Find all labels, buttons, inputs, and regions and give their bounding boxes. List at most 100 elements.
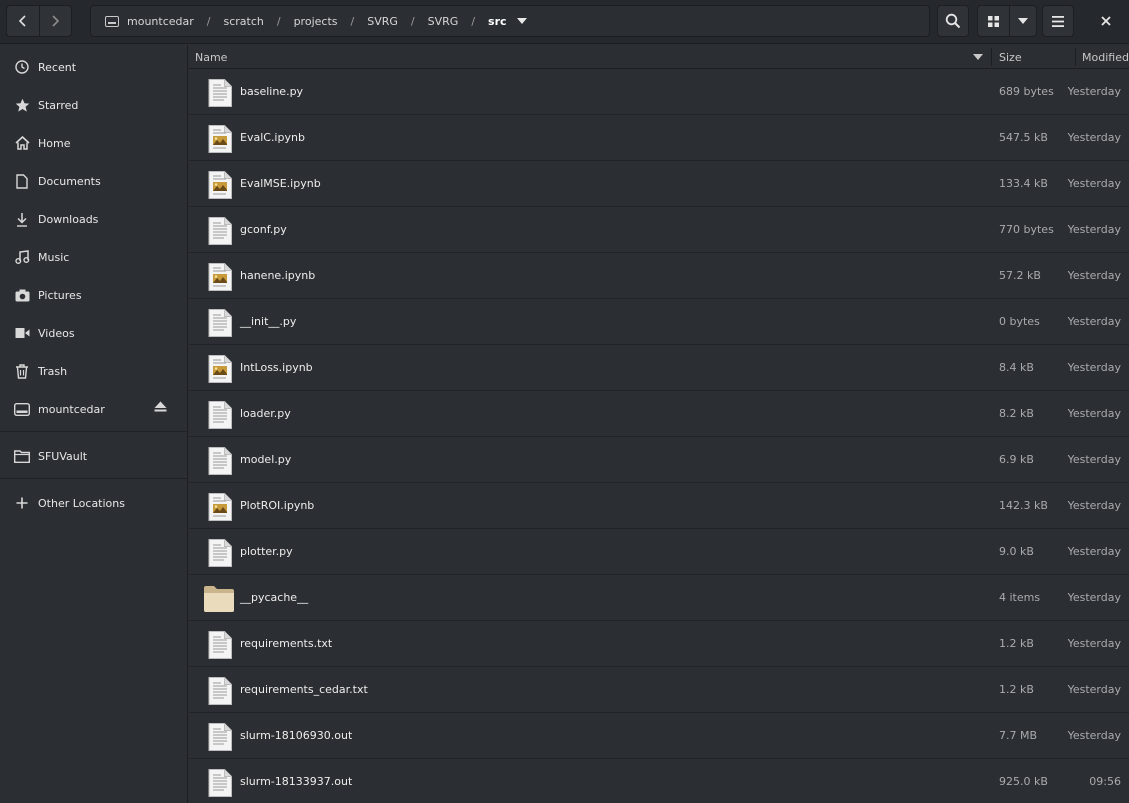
file-row[interactable]: IntLoss.ipynb 8.4 kB Yesterday — [189, 345, 1129, 391]
chevron-left-icon — [18, 15, 26, 27]
file-row[interactable]: __init__.py 0 bytes Yesterday — [189, 299, 1129, 345]
column-header-size[interactable]: Size — [999, 45, 1079, 69]
sidebar-item-home[interactable]: Home — [0, 129, 187, 157]
text-file-icon — [208, 677, 232, 708]
file-row[interactable]: requirements_cedar.txt 1.2 kB Yesterday — [189, 667, 1129, 713]
column-divider — [991, 48, 992, 66]
file-modified: Yesterday — [1067, 177, 1121, 190]
sidebar-item-mountcedar[interactable]: mountcedar — [0, 395, 187, 423]
file-size: 547.5 kB — [999, 131, 1048, 144]
file-modified: 09:56 — [1089, 775, 1121, 788]
file-row[interactable]: hanene.ipynb 57.2 kB Yesterday — [189, 253, 1129, 299]
drive-icon — [14, 401, 30, 417]
file-row[interactable]: model.py 6.9 kB Yesterday — [189, 437, 1129, 483]
clock-icon — [14, 59, 30, 75]
file-name: model.py — [240, 453, 292, 466]
grid-view-button[interactable] — [978, 6, 1009, 36]
sidebar-item-pictures[interactable]: Pictures — [0, 281, 187, 309]
sidebar-item-other-locations[interactable]: Other Locations — [0, 489, 187, 517]
file-modified: Yesterday — [1067, 315, 1121, 328]
file-row[interactable]: EvalMSE.ipynb 133.4 kB Yesterday — [189, 161, 1129, 207]
chevron-right-icon — [52, 15, 60, 27]
header-bar: mountcedar / scratch / projects / SVRG /… — [0, 0, 1129, 44]
hamburger-icon — [1052, 15, 1064, 27]
file-size: 133.4 kB — [999, 177, 1048, 190]
text-file-icon — [208, 769, 232, 800]
sidebar-item-sfuvault[interactable]: SFUVault — [0, 442, 187, 470]
sidebar-item-label: Other Locations — [38, 496, 125, 510]
file-row[interactable]: baseline.py 689 bytes Yesterday — [189, 69, 1129, 115]
drive-icon — [105, 15, 119, 27]
breadcrumb-separator: / — [206, 14, 211, 28]
file-name: EvalMSE.ipynb — [240, 177, 321, 190]
caret-down-icon — [1018, 18, 1028, 24]
file-row[interactable]: slurm-18133937.out 925.0 kB 09:56 — [189, 759, 1129, 803]
file-row[interactable]: slurm-18106930.out 7.7 MB Yesterday — [189, 713, 1129, 759]
sidebar-item-downloads[interactable]: Downloads — [0, 205, 187, 233]
breadcrumb-separator: / — [276, 14, 281, 28]
eject-icon[interactable] — [154, 401, 167, 415]
file-size: 8.4 kB — [999, 361, 1034, 374]
sidebar-item-label: Documents — [38, 174, 101, 188]
file-name: gconf.py — [240, 223, 287, 236]
breadcrumb-mountcedar[interactable]: mountcedar — [105, 15, 194, 28]
download-icon — [14, 211, 30, 227]
star-icon — [14, 97, 30, 113]
view-options-dropdown[interactable] — [1009, 6, 1036, 36]
file-modified: Yesterday — [1067, 453, 1121, 466]
file-row[interactable]: plotter.py 9.0 kB Yesterday — [189, 529, 1129, 575]
breadcrumb-svrg-inner[interactable]: SVRG — [428, 15, 459, 28]
file-modified: Yesterday — [1067, 545, 1121, 558]
file-name: IntLoss.ipynb — [240, 361, 313, 374]
breadcrumb-scratch[interactable]: scratch — [223, 15, 263, 28]
sidebar-item-trash[interactable]: Trash — [0, 357, 187, 385]
file-modified: Yesterday — [1067, 499, 1121, 512]
menu-button[interactable] — [1042, 5, 1074, 37]
file-size: 7.7 MB — [999, 729, 1038, 742]
breadcrumb-src[interactable]: src — [488, 15, 527, 28]
file-name: slurm-18106930.out — [240, 729, 353, 742]
file-size: 6.9 kB — [999, 453, 1034, 466]
breadcrumb-svrg[interactable]: SVRG — [367, 15, 398, 28]
sidebar-item-label: mountcedar — [38, 402, 105, 416]
file-row[interactable]: loader.py 8.2 kB Yesterday — [189, 391, 1129, 437]
file-name: EvalC.ipynb — [240, 131, 305, 144]
close-button[interactable] — [1090, 5, 1122, 37]
sidebar-item-label: SFUVault — [38, 449, 88, 463]
view-options-group — [977, 5, 1037, 37]
file-modified: Yesterday — [1067, 729, 1121, 742]
breadcrumb-projects[interactable]: projects — [294, 15, 338, 28]
file-row[interactable]: gconf.py 770 bytes Yesterday — [189, 207, 1129, 253]
file-name: slurm-18133937.out — [240, 775, 353, 788]
file-row[interactable]: __pycache__ 4 items Yesterday — [189, 575, 1129, 621]
file-modified: Yesterday — [1067, 637, 1121, 650]
column-header-name[interactable]: Name — [195, 45, 989, 69]
grid-icon — [988, 15, 999, 27]
file-name: requirements.txt — [240, 637, 333, 650]
sidebar-item-starred[interactable]: Starred — [0, 91, 187, 119]
text-file-icon — [208, 539, 232, 570]
back-button[interactable] — [7, 6, 39, 36]
file-row[interactable]: EvalC.ipynb 547.5 kB Yesterday — [189, 115, 1129, 161]
file-row[interactable]: requirements.txt 1.2 kB Yesterday — [189, 621, 1129, 667]
breadcrumb-separator: / — [410, 14, 415, 28]
notebook-file-icon — [208, 125, 232, 156]
search-button[interactable] — [937, 5, 969, 37]
video-icon — [14, 325, 30, 341]
close-icon — [1101, 16, 1111, 26]
sidebar-item-label: Recent — [38, 60, 77, 74]
file-size: 8.2 kB — [999, 407, 1034, 420]
sidebar-item-recent[interactable]: Recent — [0, 53, 187, 81]
sidebar-item-videos[interactable]: Videos — [0, 319, 187, 347]
file-modified: Yesterday — [1067, 223, 1121, 236]
search-icon — [945, 13, 961, 29]
forward-button[interactable] — [38, 6, 71, 36]
file-modified: Yesterday — [1067, 131, 1121, 144]
sidebar-item-music[interactable]: Music — [0, 243, 187, 271]
file-size: 9.0 kB — [999, 545, 1034, 558]
sidebar-item-label: Pictures — [38, 288, 82, 302]
column-header-modified[interactable]: Modified — [1082, 45, 1129, 69]
sidebar-item-documents[interactable]: Documents — [0, 167, 187, 195]
file-row[interactable]: PlotROI.ipynb 142.3 kB Yesterday — [189, 483, 1129, 529]
sort-down-icon[interactable] — [973, 54, 983, 60]
